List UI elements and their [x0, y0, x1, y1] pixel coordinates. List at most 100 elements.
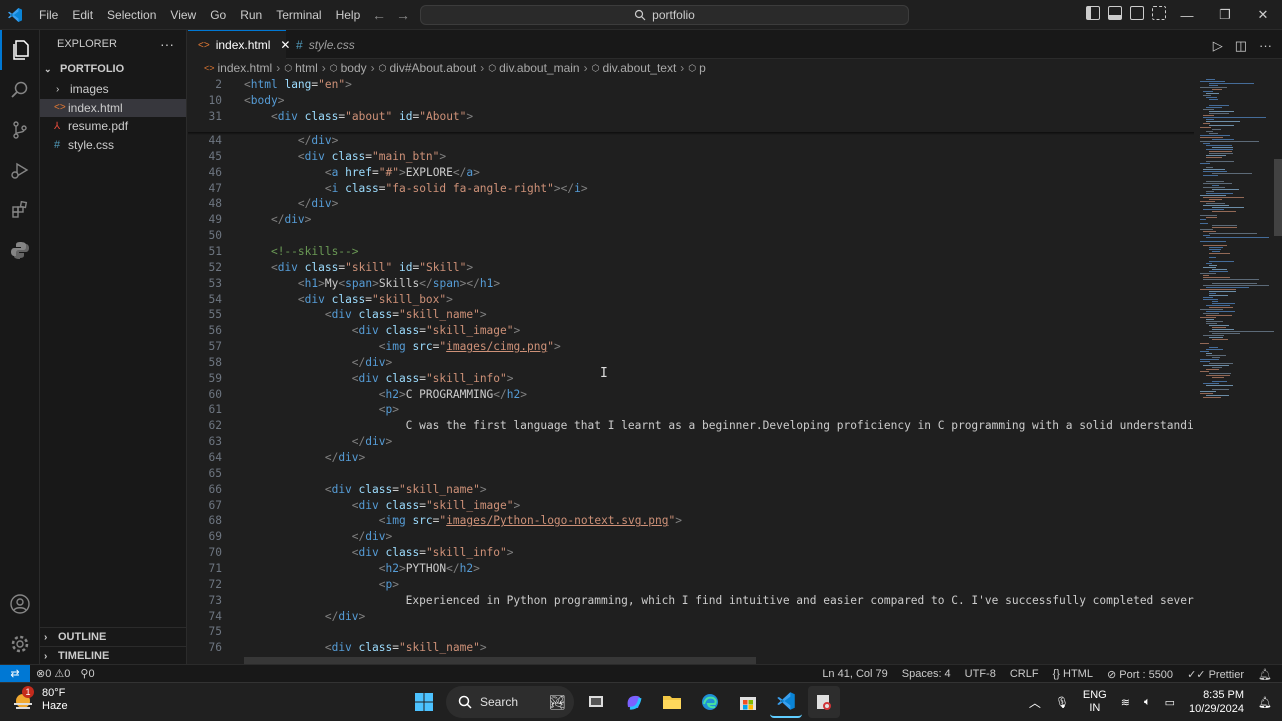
more-actions-icon[interactable]: ··· — [160, 36, 174, 52]
code-line[interactable]: 76 <div class="skill_name"> — [188, 640, 1194, 656]
account-icon[interactable] — [0, 584, 40, 624]
code-line[interactable]: 60 <h2>C PROGRAMMING</h2> — [188, 387, 1194, 403]
search-icon[interactable] — [0, 70, 40, 110]
code-line[interactable]: 54 <div class="skill_box"> — [188, 292, 1194, 308]
horizontal-scrollbar[interactable] — [244, 657, 756, 664]
code-line[interactable]: 45 <div class="main_btn"> — [188, 149, 1194, 165]
code-line[interactable]: 67 <div class="skill_image"> — [188, 498, 1194, 514]
source-control-icon[interactable] — [0, 110, 40, 150]
command-center[interactable]: portfolio — [420, 5, 909, 25]
toggle-secondary-sidebar-icon[interactable] — [1130, 6, 1144, 20]
code-line[interactable]: 50 — [188, 228, 1194, 244]
split-editor-icon[interactable]: ◫ — [1235, 38, 1247, 54]
vertical-scrollbar[interactable] — [1274, 159, 1282, 236]
problems-status[interactable]: ⊗0 ⚠0 — [36, 667, 70, 680]
toggle-primary-sidebar-icon[interactable] — [1086, 6, 1100, 20]
code-line[interactable]: 44 </div> — [188, 133, 1194, 149]
code-line[interactable]: 62 C was the first language that I learn… — [188, 418, 1194, 434]
breadcrumb-item[interactable]: index.html — [218, 61, 273, 75]
code-line[interactable]: 51 <!--skills--> — [188, 244, 1194, 260]
run-icon[interactable]: ▷ — [1213, 38, 1223, 54]
back-arrow-icon[interactable]: ← — [372, 7, 386, 23]
customize-layout-icon[interactable] — [1152, 6, 1166, 20]
prettier-status[interactable]: ✓✓ Prettier — [1187, 668, 1244, 681]
tree-item-resume-pdf[interactable]: ⅄ resume.pdf — [40, 117, 186, 136]
minimize-icon[interactable]: — — [1168, 0, 1206, 30]
vscode-taskbar-icon[interactable] — [770, 686, 802, 718]
notifications-bell-icon[interactable]: 🔔︎ — [1258, 668, 1272, 681]
more-actions-icon[interactable]: ··· — [1259, 38, 1272, 54]
code-line[interactable]: 74 </div> — [188, 609, 1194, 625]
file-explorer-icon[interactable] — [656, 686, 688, 718]
settings-gear-icon[interactable] — [0, 624, 40, 664]
weather-widget[interactable]: 1 80°F Haze — [10, 686, 68, 713]
live-server-port[interactable]: ⊘ Port : 5500 — [1107, 668, 1173, 681]
code-line[interactable]: 56 <div class="skill_image"> — [188, 323, 1194, 339]
edge-browser-icon[interactable] — [694, 686, 726, 718]
extensions-icon[interactable] — [0, 190, 40, 230]
menu-edit[interactable]: Edit — [65, 0, 100, 30]
code-editor[interactable]: 2 <html lang="en"> 10 <body> 31 <div class="… — [188, 77, 1194, 664]
close-window-icon[interactable]: ✕ — [1244, 0, 1282, 30]
breadcrumb-item[interactable]: div#About.about — [390, 61, 477, 75]
code-line[interactable]: 49 </div> — [188, 212, 1194, 228]
sticky-scroll-line[interactable]: 10 <body> — [188, 93, 1194, 109]
breadcrumb-item[interactable]: body — [341, 61, 367, 75]
code-line[interactable]: 52 <div class="skill" id="Skill"> — [188, 260, 1194, 276]
input-language[interactable]: ENG IN — [1083, 689, 1107, 715]
volume-icon[interactable]: 🔈︎ — [1144, 696, 1151, 709]
copilot-icon[interactable] — [618, 686, 650, 718]
microsoft-store-icon[interactable] — [732, 686, 764, 718]
code-line[interactable]: 72 <p> — [188, 577, 1194, 593]
code-line[interactable]: 69 </div> — [188, 529, 1194, 545]
forward-arrow-icon[interactable]: → — [396, 7, 410, 23]
menu-go[interactable]: Go — [203, 0, 233, 30]
code-line[interactable]: 55 <div class="skill_name"> — [188, 307, 1194, 323]
code-line[interactable]: 71 <h2>PYTHON</h2> — [188, 561, 1194, 577]
timeline-section[interactable]: › TIMELINE — [40, 646, 187, 665]
indentation[interactable]: Spaces: 4 — [902, 668, 951, 680]
tree-item-index-html[interactable]: <> index.html — [40, 98, 186, 117]
microphone-icon[interactable]: 🎙︎ — [1055, 696, 1069, 709]
language-mode[interactable]: {} HTML — [1053, 668, 1093, 680]
code-line[interactable]: 48 </div> — [188, 196, 1194, 212]
breadcrumb-item[interactable]: html — [295, 61, 318, 75]
minimap[interactable] — [1194, 77, 1282, 664]
tree-item-images[interactable]: › images — [40, 80, 186, 99]
menu-run[interactable]: Run — [233, 0, 269, 30]
tab-style-css[interactable]: # style.css — [286, 30, 365, 59]
breadcrumb-item[interactable]: div.about_text — [602, 61, 676, 75]
toggle-panel-icon[interactable] — [1108, 6, 1122, 20]
code-line[interactable]: 65 — [188, 466, 1194, 482]
code-line[interactable]: 68 <img src="images/Python-logo-notext.s… — [188, 513, 1194, 529]
menu-terminal[interactable]: Terminal — [269, 0, 328, 30]
sticky-scroll-line[interactable]: 2 <html lang="en"> — [188, 77, 1194, 93]
code-line[interactable]: 66 <div class="skill_name"> — [188, 482, 1194, 498]
menu-file[interactable]: File — [32, 0, 65, 30]
breadcrumb-item[interactable]: p — [699, 61, 706, 75]
taskbar-search[interactable]: Search 🏞︎ — [446, 686, 574, 718]
code-line[interactable]: 64 </div> — [188, 450, 1194, 466]
wifi-icon[interactable]: ≋ — [1121, 696, 1130, 709]
breadcrumb-item[interactable]: div.about_main — [499, 61, 580, 75]
code-line[interactable]: 46 <a href="#">EXPLORE</a> — [188, 165, 1194, 181]
outline-section[interactable]: › OUTLINE — [40, 627, 187, 646]
windows-start-icon[interactable] — [408, 686, 440, 718]
code-line[interactable]: 57 <img src="images/cimg.png"> — [188, 339, 1194, 355]
line-endings[interactable]: CRLF — [1010, 668, 1039, 680]
tree-item-style-css[interactable]: # style.css — [40, 136, 186, 155]
code-line[interactable]: 59 <div class="skill_info"> — [188, 371, 1194, 387]
menu-view[interactable]: View — [163, 0, 203, 30]
sticky-scroll-line[interactable]: 31 <div class="about" id="About"> — [188, 109, 1194, 125]
restore-icon[interactable]: ❐ — [1206, 0, 1244, 30]
code-line[interactable]: 75 — [188, 624, 1194, 640]
workspace-folder[interactable]: ⌄ PORTFOLIO — [40, 58, 186, 80]
menu-help[interactable]: Help — [329, 0, 368, 30]
notification-bell-icon[interactable]: 🔔︎ — [1258, 696, 1272, 709]
code-line[interactable]: 53 <h1>My<span>Skills</span></h1> — [188, 276, 1194, 292]
code-line[interactable]: 63 </div> — [188, 434, 1194, 450]
code-line[interactable]: 61 <p> — [188, 402, 1194, 418]
menu-selection[interactable]: Selection — [100, 0, 163, 30]
battery-icon[interactable]: ▭ — [1165, 696, 1175, 709]
ports-status[interactable]: ⚲0 — [80, 667, 94, 680]
